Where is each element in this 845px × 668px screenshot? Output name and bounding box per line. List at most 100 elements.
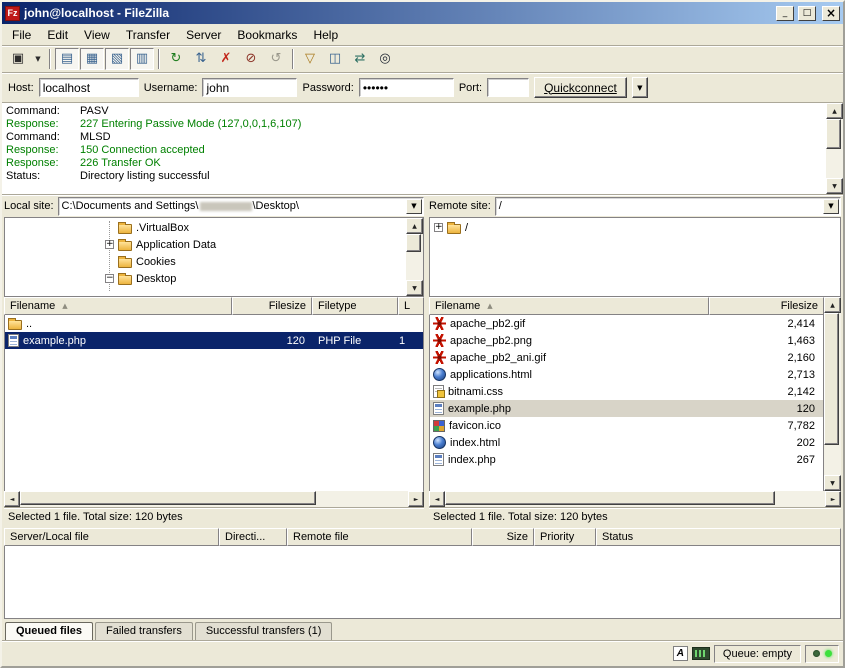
column-size[interactable]: Size — [472, 528, 534, 546]
scroll-thumb[interactable] — [826, 119, 841, 149]
scroll-track[interactable] — [406, 234, 423, 280]
site-manager-dropdown-button[interactable]: ▼ — [31, 48, 45, 70]
local-site-dropdown[interactable]: ▼ — [406, 199, 422, 214]
scroll-down-button[interactable]: ▼ — [824, 475, 841, 491]
site-manager-button[interactable]: ▣ — [6, 48, 30, 70]
remote-file-list[interactable]: apache_pb2.gif2,414 apache_pb2.png1,463 … — [429, 315, 824, 491]
file-row[interactable]: favicon.ico7,782 — [430, 417, 823, 434]
minimize-button[interactable]: _ — [776, 6, 794, 21]
tab-queued-files[interactable]: Queued files — [5, 622, 93, 640]
menu-bookmarks[interactable]: Bookmarks — [229, 26, 305, 44]
scroll-up-button[interactable]: ▲ — [826, 103, 843, 119]
transfer-queue-list[interactable] — [4, 546, 841, 619]
quickconnect-button[interactable]: Quickconnect — [534, 77, 627, 98]
tab-successful-transfers[interactable]: Successful transfers (1) — [195, 622, 333, 640]
tree-item-desktop[interactable]: −Desktop — [5, 270, 406, 287]
file-row-example-php[interactable]: example.php120 — [430, 400, 823, 417]
compare-directories-button[interactable]: ◫ — [323, 48, 347, 70]
file-row[interactable]: apache_pb2.png1,463 — [430, 332, 823, 349]
remote-site-dropdown[interactable]: ▼ — [823, 199, 839, 214]
titlebar[interactable]: Fz john@localhost - FileZilla _ □ × — [2, 2, 843, 24]
file-row[interactable]: bitnami.css2,142 — [430, 383, 823, 400]
column-last-modified[interactable]: L — [398, 297, 424, 315]
scroll-right-button[interactable]: ► — [825, 491, 841, 507]
scroll-up-button[interactable]: ▲ — [824, 297, 841, 313]
file-row-example-php[interactable]: example.php 120 PHP File 1 — [5, 332, 423, 349]
menu-server[interactable]: Server — [178, 26, 229, 44]
column-filetype[interactable]: Filetype — [312, 297, 398, 315]
scroll-down-button[interactable]: ▼ — [406, 280, 423, 296]
process-queue-button[interactable]: ⇅ — [189, 48, 213, 70]
toggle-transfer-queue-button[interactable]: ▥ — [130, 48, 154, 70]
log-vertical-scrollbar[interactable]: ▲ ▼ — [826, 103, 843, 194]
file-row[interactable]: apache_pb2.gif2,414 — [430, 315, 823, 332]
scroll-track[interactable] — [20, 491, 408, 507]
scroll-down-button[interactable]: ▼ — [826, 178, 843, 194]
maximize-button[interactable]: □ — [798, 6, 816, 21]
remote-horizontal-scrollbar[interactable]: ◄ ► — [429, 491, 841, 507]
tree-item-virtualbox[interactable]: .VirtualBox — [5, 219, 406, 236]
host-input[interactable] — [39, 78, 139, 97]
toggle-message-log-button[interactable]: ▤ — [55, 48, 79, 70]
column-filesize[interactable]: Filesize — [232, 297, 312, 315]
scroll-up-button[interactable]: ▲ — [406, 218, 423, 234]
scroll-track[interactable] — [824, 313, 841, 475]
menu-transfer[interactable]: Transfer — [118, 26, 178, 44]
local-horizontal-scrollbar[interactable]: ◄ ► — [4, 491, 424, 507]
scroll-left-button[interactable]: ◄ — [4, 491, 20, 507]
tree-expander-icon[interactable]: + — [105, 240, 114, 249]
toggle-local-tree-button[interactable]: ▦ — [80, 48, 104, 70]
scroll-right-button[interactable]: ► — [408, 491, 424, 507]
tree-item-cookies[interactable]: Cookies — [5, 253, 406, 270]
scroll-thumb[interactable] — [824, 313, 839, 445]
column-filesize[interactable]: Filesize — [709, 297, 824, 315]
menu-edit[interactable]: Edit — [39, 26, 76, 44]
local-tree-scrollbar[interactable]: ▲ ▼ — [406, 218, 423, 296]
scroll-track[interactable] — [826, 119, 843, 178]
port-input[interactable] — [487, 78, 529, 97]
close-button[interactable]: × — [822, 6, 840, 21]
menu-view[interactable]: View — [76, 26, 118, 44]
scroll-thumb[interactable] — [406, 234, 421, 252]
menu-help[interactable]: Help — [305, 26, 346, 44]
disconnect-button[interactable]: ⊘ — [239, 48, 263, 70]
file-row[interactable]: index.php267 — [430, 451, 823, 468]
tree-item-root[interactable]: +/ — [430, 219, 840, 236]
reconnect-button[interactable]: ↺ — [264, 48, 288, 70]
file-row[interactable]: index.html202 — [430, 434, 823, 451]
password-input[interactable] — [359, 78, 454, 97]
column-status[interactable]: Status — [596, 528, 841, 546]
scroll-thumb[interactable] — [445, 491, 775, 505]
scroll-left-button[interactable]: ◄ — [429, 491, 445, 507]
remote-vertical-scrollbar[interactable]: ▲ ▼ — [824, 297, 841, 491]
transfer-type-indicator[interactable]: A — [673, 646, 688, 661]
speed-limits-icon[interactable] — [692, 647, 710, 660]
scroll-thumb[interactable] — [20, 491, 316, 505]
username-input[interactable] — [202, 78, 297, 97]
column-priority[interactable]: Priority — [534, 528, 596, 546]
find-files-button[interactable]: ◎ — [373, 48, 397, 70]
scroll-track[interactable] — [445, 491, 825, 507]
column-direction[interactable]: Directi... — [219, 528, 287, 546]
cancel-button[interactable]: ✗ — [214, 48, 238, 70]
tree-expander-icon[interactable]: − — [105, 274, 114, 283]
tree-expander-icon[interactable]: + — [434, 223, 443, 232]
column-filename[interactable]: Filename▲ — [429, 297, 709, 315]
column-remote-file[interactable]: Remote file — [287, 528, 472, 546]
synchronized-browsing-button[interactable]: ⇄ — [348, 48, 372, 70]
tree-item-application-data[interactable]: +Application Data — [5, 236, 406, 253]
column-server-local-file[interactable]: Server/Local file — [4, 528, 219, 546]
file-row[interactable]: apache_pb2_ani.gif2,160 — [430, 349, 823, 366]
remote-site-combo[interactable]: / ▼ — [495, 197, 841, 216]
column-filename[interactable]: Filename▲ — [4, 297, 232, 315]
toggle-remote-tree-button[interactable]: ▧ — [105, 48, 129, 70]
refresh-button[interactable]: ↻ — [164, 48, 188, 70]
filter-button[interactable]: ▽ — [298, 48, 322, 70]
file-row-parent-dir[interactable]: .. — [5, 315, 423, 332]
quickconnect-dropdown-button[interactable]: ▼ — [632, 77, 648, 98]
file-row[interactable]: applications.html2,713 — [430, 366, 823, 383]
menu-file[interactable]: File — [4, 26, 39, 44]
tab-failed-transfers[interactable]: Failed transfers — [95, 622, 193, 640]
local-file-list[interactable]: .. example.php 120 PHP File 1 — [4, 315, 424, 491]
local-site-combo[interactable]: C:\Documents and Settings\\Desktop\ ▼ — [58, 197, 424, 216]
